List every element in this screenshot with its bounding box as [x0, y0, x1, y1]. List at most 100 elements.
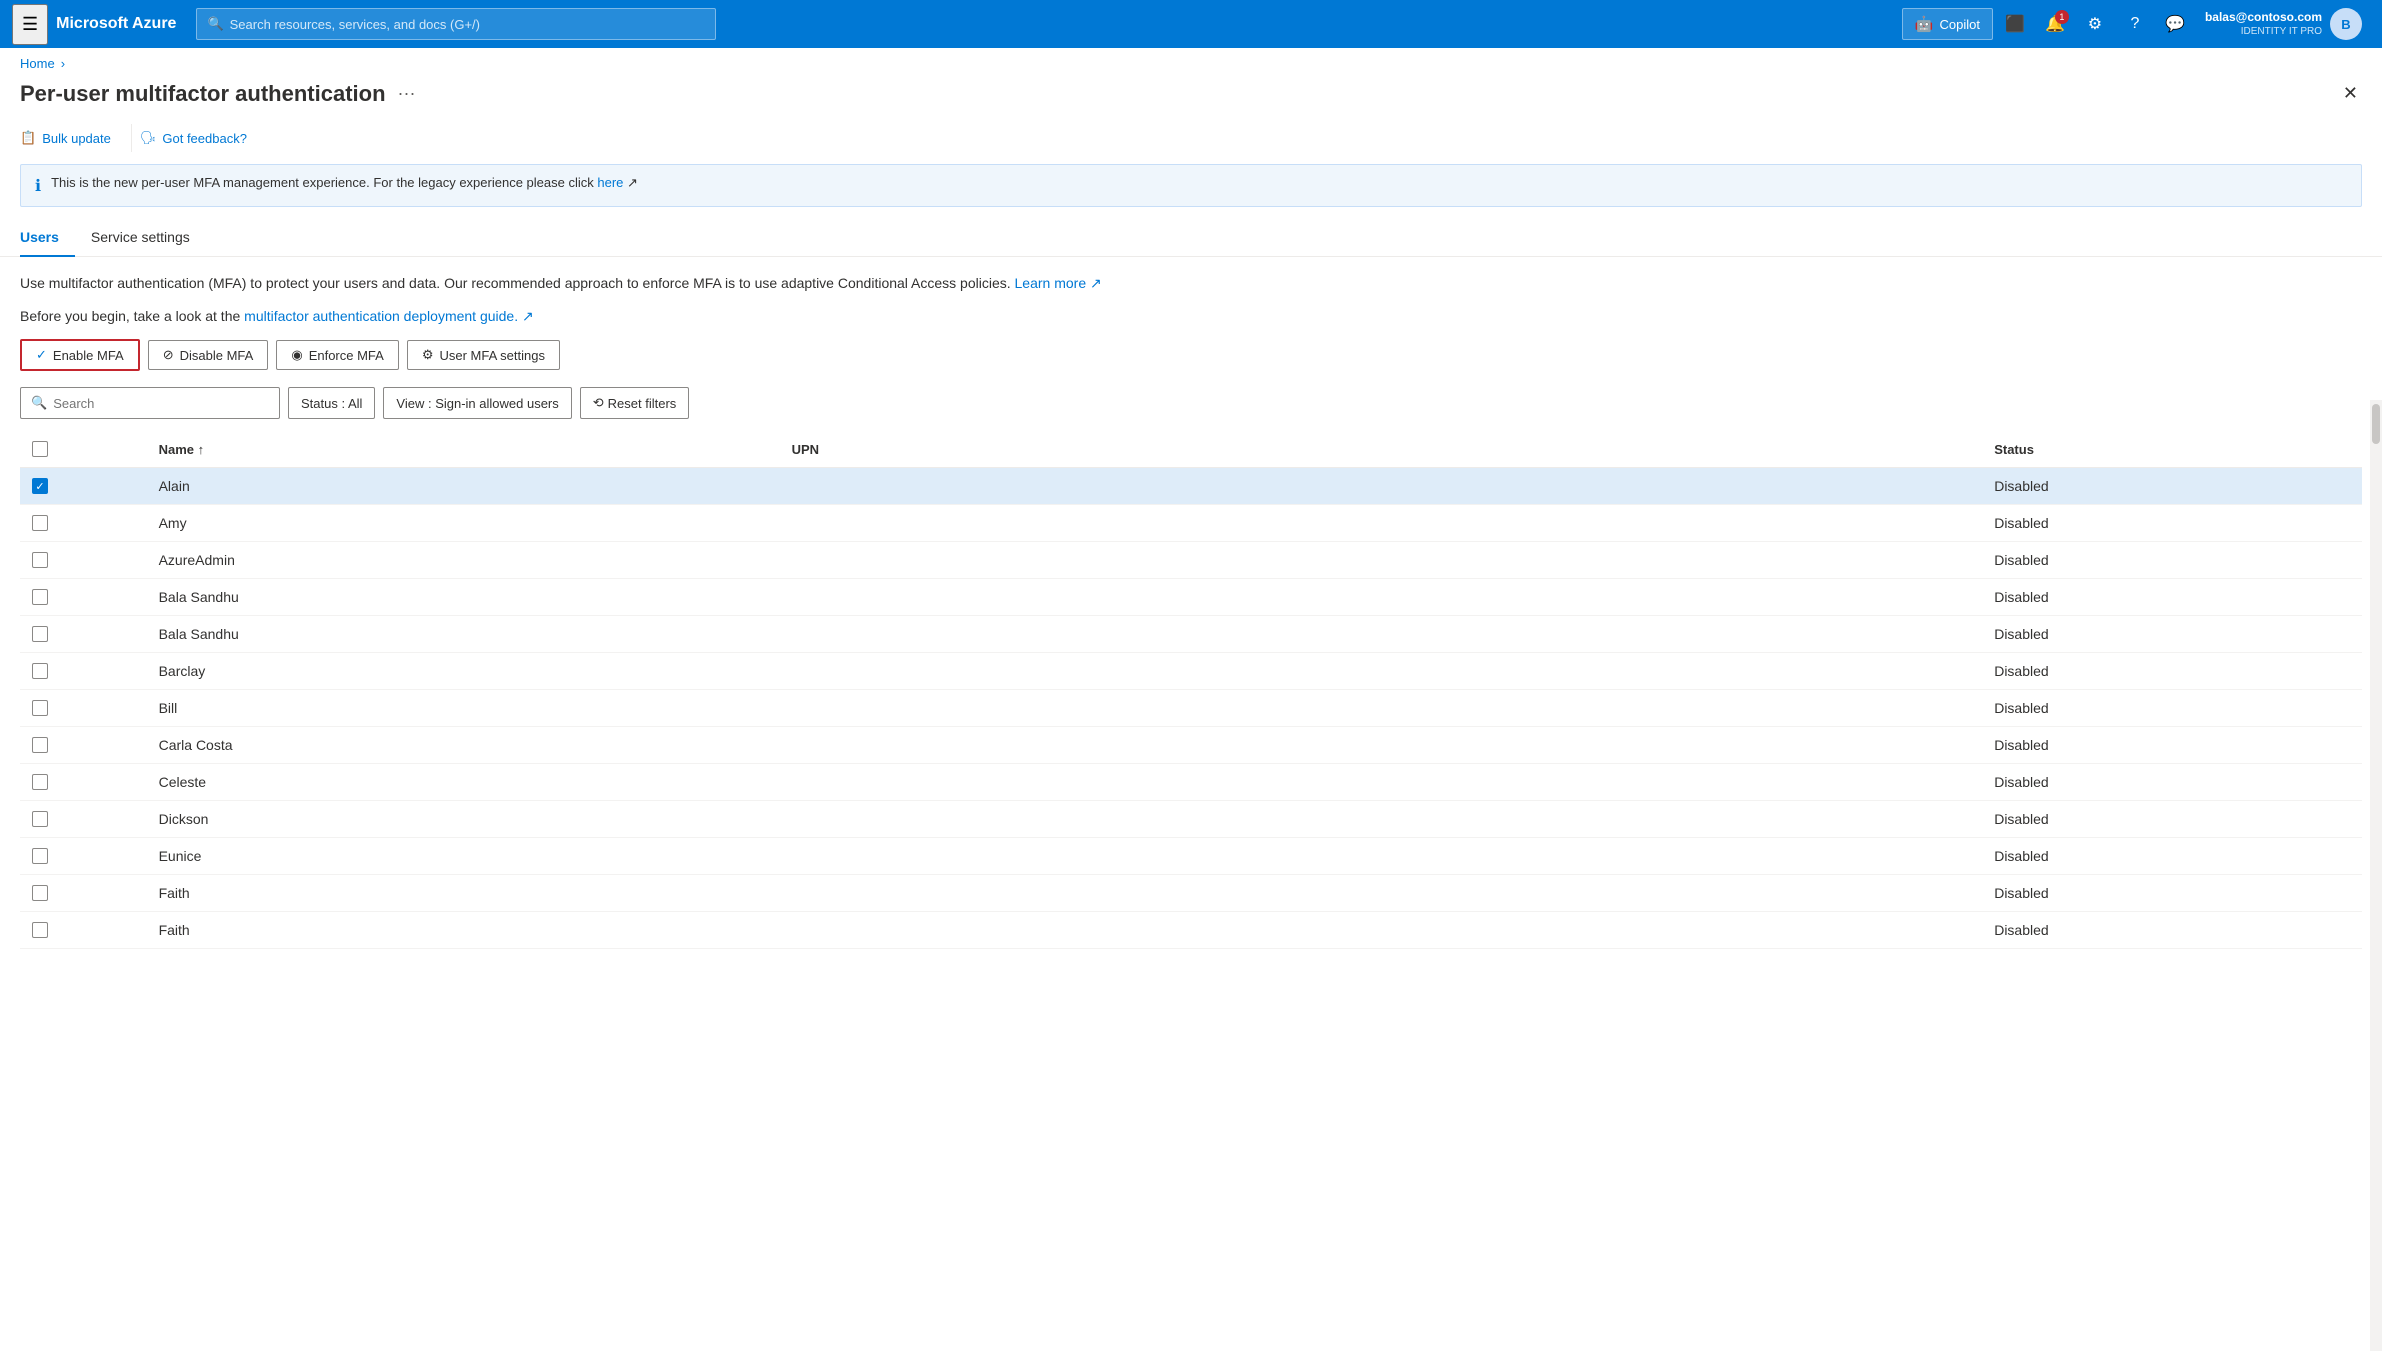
row-checkbox[interactable]	[32, 515, 48, 531]
table-row[interactable]: ✓AlainDisabled	[20, 468, 2362, 505]
row-checkbox[interactable]	[32, 589, 48, 605]
status-filter-button[interactable]: Status : All	[288, 387, 375, 419]
row-upn	[780, 542, 1983, 579]
view-filter-button[interactable]: View : Sign-in allowed users	[383, 387, 571, 419]
select-all-header[interactable]	[20, 431, 147, 468]
learn-more-link[interactable]: Learn more ↗	[1015, 275, 1102, 291]
disable-mfa-button[interactable]: ⊘ Disable MFA	[148, 340, 269, 370]
help-button[interactable]: ?	[2117, 6, 2153, 42]
row-checkbox[interactable]	[32, 885, 48, 901]
row-checkbox[interactable]	[32, 848, 48, 864]
table-row[interactable]: BillDisabled	[20, 690, 2362, 727]
row-checkbox-cell[interactable]	[20, 801, 147, 838]
table-row[interactable]: AmyDisabled	[20, 505, 2362, 542]
avatar: B	[2330, 8, 2362, 40]
row-checkbox-cell[interactable]	[20, 505, 147, 542]
col-header-name[interactable]: Name ↑	[147, 431, 780, 468]
row-status: Disabled	[1982, 579, 2362, 616]
settings-button[interactable]: ⚙	[2077, 6, 2113, 42]
close-button[interactable]: ✕	[2339, 79, 2362, 108]
user-subtitle: IDENTITY IT PRO	[2205, 25, 2322, 38]
row-upn	[780, 838, 1983, 875]
table-row[interactable]: CelesteDisabled	[20, 764, 2362, 801]
search-input[interactable]	[53, 396, 269, 411]
legacy-experience-link[interactable]: here	[597, 175, 623, 190]
search-box-icon: 🔍	[31, 395, 47, 411]
row-checkbox-cell[interactable]	[20, 653, 147, 690]
table-row[interactable]: FaithDisabled	[20, 912, 2362, 949]
row-checkbox[interactable]	[32, 700, 48, 716]
gear-icon: ⚙	[2088, 14, 2102, 34]
row-checkbox[interactable]	[32, 737, 48, 753]
table-row[interactable]: Bala SandhuDisabled	[20, 579, 2362, 616]
bulk-update-icon: 📋	[20, 130, 36, 146]
table-row[interactable]: BarclayDisabled	[20, 653, 2362, 690]
row-upn	[780, 653, 1983, 690]
row-checkbox[interactable]	[32, 774, 48, 790]
row-checkbox-cell[interactable]	[20, 542, 147, 579]
users-table-wrapper[interactable]: Name ↑ UPN Status ✓AlainDisabledAmyDisab…	[20, 431, 2362, 949]
feedback-button[interactable]: 💬	[2157, 6, 2193, 42]
row-status: Disabled	[1982, 653, 2362, 690]
external-link-icon: ↗	[627, 175, 638, 190]
more-options-button[interactable]: ···	[398, 83, 416, 104]
row-checkbox[interactable]	[32, 663, 48, 679]
row-name: AzureAdmin	[147, 542, 780, 579]
row-upn	[780, 764, 1983, 801]
reset-filters-button[interactable]: ⟲ Reset filters	[580, 387, 690, 419]
reset-icon: ⟲	[593, 395, 604, 411]
table-row[interactable]: DicksonDisabled	[20, 801, 2362, 838]
scrollbar-thumb[interactable]	[2372, 404, 2380, 444]
feedback-link-button[interactable]: 🗣 Got feedback?	[140, 124, 259, 152]
table-row[interactable]: FaithDisabled	[20, 875, 2362, 912]
user-email: balas@contoso.com	[2205, 10, 2322, 26]
bulk-update-button[interactable]: 📋 Bulk update	[20, 124, 123, 152]
table-row[interactable]: EuniceDisabled	[20, 838, 2362, 875]
hamburger-menu-button[interactable]: ☰	[12, 4, 48, 45]
row-checkbox[interactable]	[32, 811, 48, 827]
enable-mfa-button[interactable]: ✓ Enable MFA	[20, 339, 140, 371]
checkmark-icon: ✓	[36, 347, 47, 363]
deployment-guide-link[interactable]: multifactor authentication deployment gu…	[244, 308, 534, 324]
table-row[interactable]: AzureAdmin Disabled	[20, 542, 2362, 579]
row-name: Eunice	[147, 838, 780, 875]
row-checkbox-cell[interactable]	[20, 579, 147, 616]
tabs-container: Users Service settings	[0, 219, 2382, 257]
user-mfa-settings-button[interactable]: ⚙ User MFA settings	[407, 340, 560, 370]
user-profile-button[interactable]: balas@contoso.com IDENTITY IT PRO B	[2197, 4, 2370, 44]
row-status: Disabled	[1982, 727, 2362, 764]
row-checkbox[interactable]	[32, 626, 48, 642]
row-checkbox-cell[interactable]	[20, 764, 147, 801]
col-header-status[interactable]: Status	[1982, 431, 2362, 468]
view-filter-label: View : Sign-in allowed users	[396, 396, 558, 411]
row-checkbox-cell[interactable]	[20, 690, 147, 727]
row-checkbox[interactable]	[32, 922, 48, 938]
select-all-checkbox[interactable]	[32, 441, 48, 457]
page-scrollbar[interactable]	[2370, 400, 2382, 1351]
row-checkbox-cell[interactable]: ✓	[20, 468, 147, 505]
tab-service-settings[interactable]: Service settings	[91, 219, 206, 257]
row-checkbox-cell[interactable]	[20, 727, 147, 764]
enable-mfa-label: Enable MFA	[53, 348, 124, 363]
table-row[interactable]: Carla CostaDisabled	[20, 727, 2362, 764]
row-checkbox[interactable]: ✓	[32, 478, 48, 494]
row-status: Disabled	[1982, 542, 2362, 579]
row-checkbox-cell[interactable]	[20, 875, 147, 912]
breadcrumb-home[interactable]: Home	[20, 56, 55, 71]
row-name: Alain	[147, 468, 780, 505]
notifications-button[interactable]: 🔔 1	[2037, 6, 2073, 42]
cloud-shell-button[interactable]: ⬛	[1997, 6, 2033, 42]
row-checkbox-cell[interactable]	[20, 912, 147, 949]
search-box[interactable]: 🔍	[20, 387, 280, 419]
description-text: Use multifactor authentication (MFA) to …	[20, 273, 2362, 294]
table-row[interactable]: Bala SandhuDisabled	[20, 616, 2362, 653]
copilot-button[interactable]: 🤖 Copilot	[1902, 8, 1993, 40]
row-checkbox-cell[interactable]	[20, 616, 147, 653]
tab-users[interactable]: Users	[20, 219, 75, 257]
global-search-box[interactable]: 🔍 Search resources, services, and docs (…	[196, 8, 716, 40]
row-checkbox-cell[interactable]	[20, 838, 147, 875]
row-checkbox[interactable]	[32, 552, 48, 568]
enforce-mfa-button[interactable]: ◉ Enforce MFA	[276, 340, 398, 370]
feedback-icon: 💬	[2165, 14, 2185, 34]
col-header-upn[interactable]: UPN	[780, 431, 1983, 468]
